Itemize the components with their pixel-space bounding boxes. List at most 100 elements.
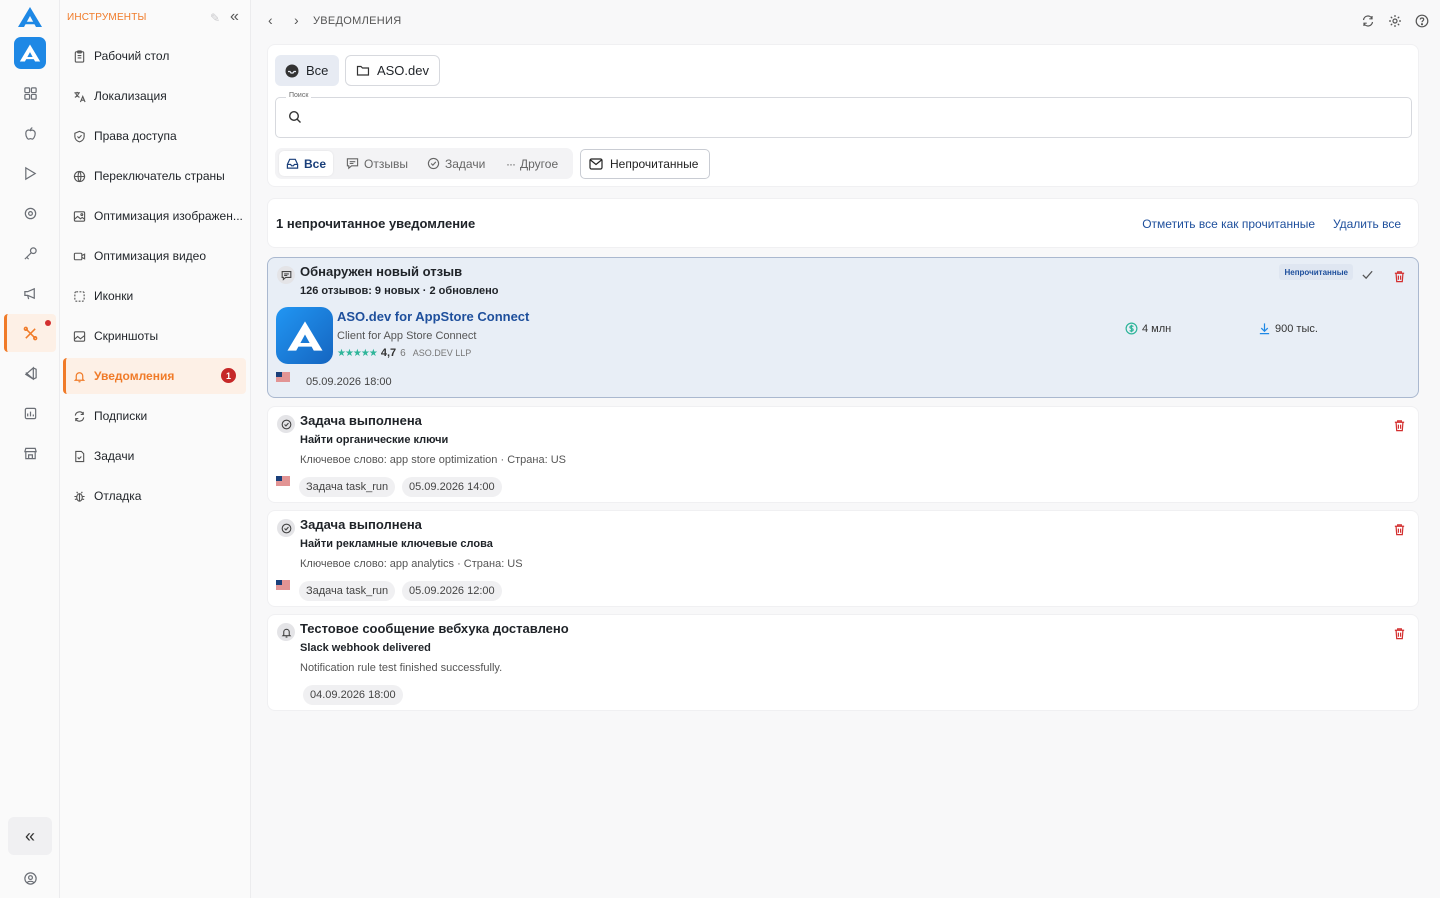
date-chip: 05.09.2026 12:00	[402, 581, 502, 601]
tool-item-notifications[interactable]: Уведомления 1	[63, 358, 246, 394]
notification-card[interactable]: Обнаружен новый отзыв 126 отзывов: 9 нов…	[267, 257, 1419, 398]
trash-icon[interactable]	[1393, 270, 1406, 286]
date-chip: 05.09.2026 14:00	[402, 477, 502, 497]
globe-icon	[72, 169, 86, 183]
megaphone-icon[interactable]	[20, 283, 40, 303]
tool-item-screenshots[interactable]: Скриншоты	[63, 318, 246, 354]
unread-filter-button[interactable]: Непрочитанные	[580, 149, 710, 179]
collapse-tools-icon[interactable]: «	[230, 8, 239, 26]
collapse-rail-button[interactable]: «	[8, 817, 52, 855]
user-account-icon[interactable]	[20, 868, 40, 888]
tool-item-label: Оптимизация видео	[94, 249, 206, 263]
type-filter-tabs: Все Отзывы Задачи ··· Другое	[275, 148, 573, 179]
notifications-header: 1 непрочитанное уведомление Отметить все…	[267, 198, 1419, 248]
folder-icon	[356, 65, 370, 76]
rating-value: 4,7	[380, 347, 397, 359]
top-bar: ‹ › УВЕДОМЛЕНИЯ	[251, 0, 1440, 42]
tab-reviews[interactable]: Отзывы	[339, 151, 415, 176]
tools-alert-dot	[45, 320, 51, 326]
video-icon	[72, 249, 86, 263]
tool-item-label: Иконки	[94, 289, 134, 303]
trash-icon[interactable]	[1393, 419, 1406, 435]
unread-count-text: 1 непрочитанное уведомление	[276, 216, 476, 231]
mark-read-check-icon[interactable]	[1361, 268, 1374, 284]
shield-icon	[72, 129, 86, 143]
trash-icon[interactable]	[1393, 627, 1406, 643]
notification-card[interactable]: Задача выполнена Найти рекламные ключевы…	[267, 510, 1419, 607]
tool-item-icons[interactable]: Иконки	[63, 278, 246, 314]
image-icon	[72, 209, 86, 223]
app-name-link[interactable]: ASO.dev for AppStore Connect	[337, 309, 529, 324]
tab-tasks[interactable]: Задачи	[420, 151, 492, 176]
inbox-icon	[286, 158, 299, 169]
date-chip: 04.09.2026 18:00	[303, 685, 403, 705]
tool-item-tasks[interactable]: Задачи	[63, 438, 246, 474]
downloads-stat: 900 тыс.	[1258, 322, 1318, 335]
report-icon[interactable]	[20, 403, 40, 423]
aso-logo-icon[interactable]	[17, 6, 43, 28]
app-logo-icon[interactable]	[14, 37, 46, 69]
trash-icon[interactable]	[1393, 523, 1406, 539]
notification-title: Задача выполнена	[300, 413, 422, 428]
target-icon[interactable]	[20, 203, 40, 223]
task-icon	[72, 449, 86, 463]
tool-item-country-switcher[interactable]: Переключатель страны	[63, 158, 246, 194]
developer-name: ASO.DEV LLP	[412, 348, 472, 358]
tool-item-label: Скриншоты	[94, 329, 159, 343]
notification-card[interactable]: Тестовое сообщение вебхука доставлено Sl…	[267, 614, 1419, 711]
tool-item-label: Уведомления	[94, 369, 175, 383]
search-label: Поиск	[286, 92, 312, 99]
tool-item-video-optimization[interactable]: Оптимизация видео	[63, 238, 246, 274]
date-chip: 05.09.2026 18:00	[306, 376, 392, 388]
back-arrow-icon[interactable]: ‹	[268, 12, 273, 28]
search-input[interactable]: Поиск	[275, 92, 1412, 138]
notification-description: Notification rule test finished successf…	[300, 662, 503, 674]
tool-item-dashboard[interactable]: Рабочий стол	[63, 38, 246, 74]
tools-icon[interactable]	[20, 323, 40, 343]
inbox-icon	[285, 64, 299, 77]
us-flag-icon	[276, 372, 290, 382]
unread-badge: Непрочитанные	[1279, 264, 1353, 280]
tab-other[interactable]: ··· Другое	[499, 151, 565, 176]
notification-description: Ключевое слово: app store optimization ·…	[300, 454, 566, 466]
tool-item-image-optimization[interactable]: Оптимизация изображен...	[63, 198, 246, 234]
tab-label: Все	[304, 156, 327, 171]
tab-label: Задачи	[445, 156, 486, 171]
notification-subtitle: Slack webhook delivered	[300, 642, 431, 654]
key-icon[interactable]	[20, 243, 40, 263]
forward-arrow-icon[interactable]: ›	[294, 12, 299, 28]
help-icon[interactable]	[1414, 13, 1429, 28]
notification-card[interactable]: Задача выполнена Найти органические ключ…	[267, 406, 1419, 503]
tool-item-subscriptions[interactable]: Подписки	[63, 398, 246, 434]
tab-label: Другое	[520, 156, 559, 171]
rating-stars: ★★★★★	[337, 347, 378, 359]
unread-filter-label: Непрочитанные	[610, 157, 699, 171]
apple-icon[interactable]	[20, 123, 40, 143]
mark-all-read-button[interactable]: Отметить все как прочитанные	[1142, 217, 1315, 231]
tools-header: ИНСТРУМЕНТЫ ✎ «	[67, 8, 247, 26]
notification-title: Тестовое сообщение вебхука доставлено	[300, 621, 569, 636]
play-store-icon[interactable]	[20, 163, 40, 183]
tool-item-permissions[interactable]: Права доступа	[63, 118, 246, 154]
tool-item-label: Оптимизация изображен...	[94, 209, 243, 223]
scope-app-button[interactable]: ASO.dev	[345, 55, 440, 86]
store-icon[interactable]	[20, 443, 40, 463]
app-icon[interactable]	[276, 307, 333, 364]
tool-item-debug[interactable]: Отладка	[63, 478, 246, 514]
us-flag-icon	[276, 476, 290, 486]
settings-gear-icon[interactable]	[1387, 13, 1402, 28]
tool-item-localization[interactable]: Локализация	[63, 78, 246, 114]
apps-icon[interactable]	[20, 83, 40, 103]
notification-subtitle: 126 отзывов: 9 новых · 2 обновлено	[300, 285, 499, 297]
refresh-icon[interactable]	[1360, 13, 1375, 28]
tab-all[interactable]: Все	[279, 151, 334, 176]
clipboard-icon	[72, 49, 86, 63]
app-rating: ★★★★★ 4,7 6 ASO.DEV LLP	[337, 347, 471, 359]
vscode-icon[interactable]	[20, 363, 40, 383]
tool-item-label: Задачи	[94, 449, 135, 463]
downloads-value: 900 тыс.	[1275, 322, 1318, 335]
delete-all-button[interactable]: Удалить все	[1333, 217, 1401, 231]
pencil-icon[interactable]: ✎	[210, 11, 220, 25]
tool-item-label: Права доступа	[94, 129, 177, 143]
scope-all-button[interactable]: Все	[275, 55, 339, 86]
